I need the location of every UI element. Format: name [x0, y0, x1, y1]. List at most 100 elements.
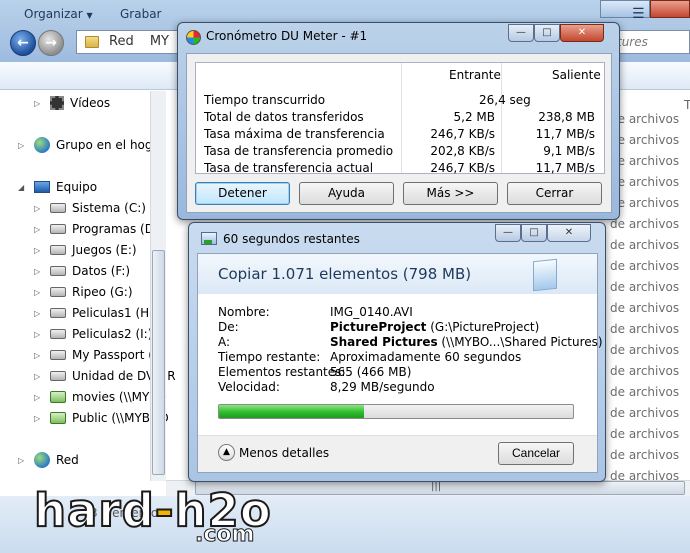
- expand-arrow-icon[interactable]: ▷: [34, 99, 44, 108]
- sidebar-item[interactable]: ▷ Peliculas2 (I:): [34, 324, 152, 344]
- to-label: A:: [218, 335, 231, 349]
- table-row: Tasa máxima de transferencia 246,7 KB/s 11…: [196, 126, 604, 143]
- expanded-arrow-icon[interactable]: ◢: [18, 183, 28, 192]
- back-icon[interactable]: ←: [10, 30, 36, 56]
- explorer-close-button[interactable]: [650, 0, 690, 18]
- expand-arrow-icon[interactable]: ▷: [34, 204, 44, 213]
- time-value: Aproximadamente 60 segundos: [330, 350, 522, 364]
- expand-arrow-icon[interactable]: ▷: [34, 309, 44, 318]
- minimize-button[interactable]: —: [508, 24, 534, 42]
- list-item[interactable]: de archivos: [610, 217, 679, 231]
- chevron-up-icon: ▲: [218, 444, 235, 461]
- minimize-button[interactable]: —: [495, 224, 521, 242]
- sidebar-item[interactable]: ▷ Peliculas1 (H:): [34, 303, 158, 323]
- sidebar-scroll-thumb[interactable]: [152, 250, 165, 475]
- list-item[interactable]: de archivos: [610, 133, 679, 147]
- expand-arrow-icon[interactable]: ▷: [34, 330, 44, 339]
- organize-menu[interactable]: Organizar ▼: [24, 7, 93, 21]
- forward-icon[interactable]: →: [38, 30, 64, 56]
- expand-arrow-icon[interactable]: ▷: [34, 288, 44, 297]
- sidebar-item[interactable]: ▷ Programas (D:): [34, 219, 163, 239]
- list-item[interactable]: de archivos: [610, 175, 679, 189]
- sidebar-item-label: Juegos (E:): [72, 243, 137, 257]
- copy-footer: ▲ Menos detalles Cancelar: [198, 435, 597, 472]
- view-icon[interactable]: ☰: [632, 6, 645, 22]
- close-button[interactable]: ✕: [560, 24, 604, 42]
- list-item[interactable]: de archivos: [610, 322, 679, 336]
- from-value[interactable]: PictureProject (G:\PictureProject): [330, 320, 539, 334]
- expand-arrow-icon[interactable]: ▷: [34, 393, 44, 402]
- expand-arrow-icon[interactable]: ▷: [18, 141, 28, 150]
- search-input[interactable]: tures: [610, 30, 690, 54]
- cancel-button[interactable]: Cancelar: [498, 442, 574, 465]
- logo-text-a: hard: [33, 483, 155, 538]
- expand-arrow-icon[interactable]: ▷: [34, 225, 44, 234]
- sidebar-item[interactable]: ▷ Juegos (E:): [34, 240, 137, 260]
- help-button[interactable]: Ayuda: [299, 182, 394, 205]
- sidebar-item[interactable]: ▷ Vídeos: [34, 93, 110, 113]
- drive-icon: [50, 329, 66, 339]
- sidebar-item[interactable]: ▷ Red: [18, 450, 79, 470]
- sidebar-item[interactable]: ▷ movies (\\MYBO: [34, 387, 167, 407]
- burn-button[interactable]: Grabar: [120, 7, 162, 21]
- sidebar-item[interactable]: ▷ Datos (F:): [34, 261, 130, 281]
- organize-label: Organizar: [24, 7, 83, 21]
- to-value[interactable]: Shared Pictures (\\MYBO...\Shared Pictur…: [330, 335, 603, 349]
- logo-dash: -: [154, 483, 175, 538]
- stat-label: Tasa de transferencia actual: [204, 161, 374, 175]
- stop-button[interactable]: Detener: [195, 182, 290, 205]
- copy-dialog-title: 60 segundos restantes: [223, 232, 360, 246]
- list-item[interactable]: de archivos: [610, 112, 679, 126]
- sidebar-item[interactable]: ▷ Public (\\MYBOO: [34, 408, 169, 428]
- list-item[interactable]: de archivos: [610, 280, 679, 294]
- address-bar[interactable]: Red MY: [76, 30, 186, 54]
- sidebar-item[interactable]: ▷ Ripeo (G:): [34, 282, 133, 302]
- expand-arrow-icon[interactable]: ▷: [18, 456, 28, 465]
- folder-icon: [85, 36, 99, 48]
- sidebar-item-label: Ripeo (G:): [72, 285, 133, 299]
- network-drive-icon: [50, 391, 66, 403]
- expand-arrow-icon[interactable]: ▷: [34, 267, 44, 276]
- more-button[interactable]: Más >>: [403, 182, 498, 205]
- list-item[interactable]: de archivos: [610, 385, 679, 399]
- sidebar-item[interactable]: ◢ Equipo: [18, 177, 97, 197]
- list-item[interactable]: de archivos: [610, 196, 679, 210]
- list-item[interactable]: de archivos: [610, 406, 679, 420]
- column-header-type[interactable]: T: [684, 98, 690, 112]
- copy-dialog: 60 segundos restantes — □ ✕ Copiar 1.071…: [188, 222, 606, 482]
- elapsed-label: Tiempo transcurrido: [204, 93, 326, 107]
- expand-arrow-icon[interactable]: ▷: [34, 246, 44, 255]
- list-item[interactable]: de archivos: [610, 364, 679, 378]
- to-destination-link[interactable]: Shared Pictures: [330, 335, 438, 349]
- stat-out: 11,7 MB/s: [535, 127, 595, 141]
- list-item[interactable]: de archivos: [610, 301, 679, 315]
- expand-arrow-icon[interactable]: ▷: [34, 414, 44, 423]
- name-label: Nombre:: [218, 305, 270, 319]
- expand-arrow-icon[interactable]: ▷: [34, 372, 44, 381]
- list-item[interactable]: de archivos: [610, 427, 679, 441]
- stat-out: 238,8 MB: [538, 110, 595, 124]
- sidebar-item[interactable]: ▷ Sistema (C:): [34, 198, 146, 218]
- file-flying-icon: [533, 258, 557, 292]
- close-dialog-button[interactable]: Cerrar: [507, 182, 602, 205]
- sidebar-item-label: Equipo: [56, 180, 98, 194]
- less-details-label: Menos detalles: [239, 445, 330, 460]
- maximize-button[interactable]: □: [521, 224, 547, 242]
- close-button[interactable]: ✕: [547, 224, 591, 242]
- expand-arrow-icon[interactable]: ▷: [34, 351, 44, 360]
- grip-icon: |||: [431, 481, 442, 492]
- less-details-button[interactable]: ▲ Menos detalles: [218, 444, 329, 461]
- stat-in: 202,8 KB/s: [430, 144, 495, 158]
- list-item[interactable]: de archivos: [610, 448, 679, 462]
- sidebar-item[interactable]: ▷ My Passport (J:): [34, 345, 165, 365]
- list-item[interactable]: de archivos: [610, 343, 679, 357]
- maximize-button[interactable]: □: [534, 24, 560, 42]
- list-item[interactable]: de archivos: [610, 259, 679, 273]
- name-value: IMG_0140.AVI: [330, 305, 413, 319]
- table-row: Tasa de transferencia promedio 202,8 KB/s…: [196, 143, 604, 160]
- list-item[interactable]: de archivos: [610, 154, 679, 168]
- list-item[interactable]: de archivos: [610, 238, 679, 252]
- from-source-link[interactable]: PictureProject: [330, 320, 426, 334]
- sidebar-item[interactable]: ▷ Grupo en el hogar: [18, 135, 165, 155]
- speed-label: Velocidad:: [218, 380, 280, 394]
